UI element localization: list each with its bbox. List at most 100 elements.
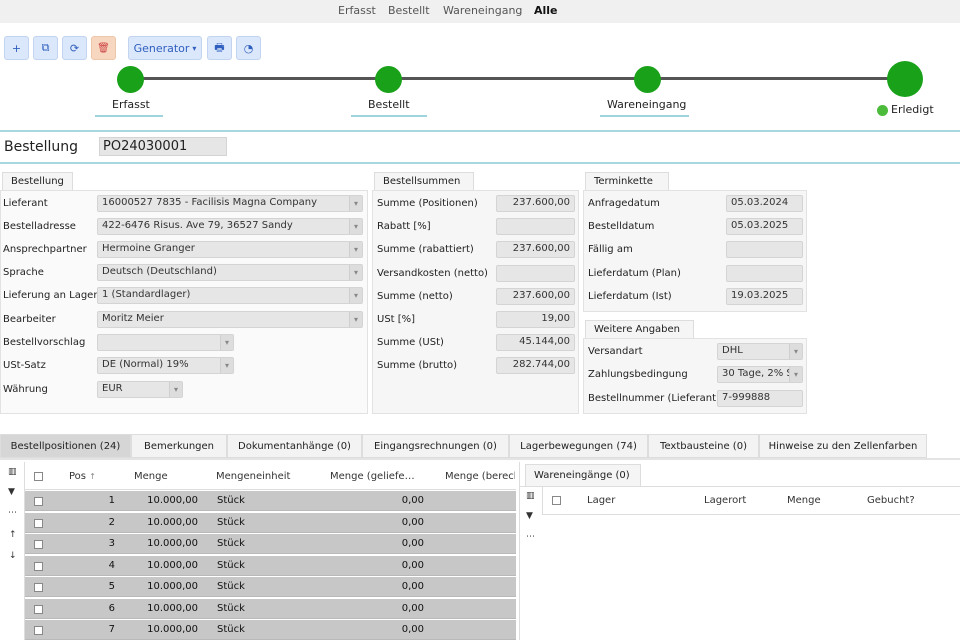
termin-label: Anfragedatum — [588, 198, 660, 209]
nav-bestellt[interactable]: Bestellt — [388, 4, 430, 17]
columns-icon[interactable]: ▥ — [526, 491, 535, 501]
stage-label-wareneingang: Wareneingang — [607, 98, 687, 111]
more-icon[interactable]: ⋯ — [8, 508, 17, 518]
table-row[interactable]: 3 10.000,00 Stück 0,00 — [25, 534, 516, 554]
tab-wareneingaenge[interactable]: Wareneingänge (0) — [525, 464, 641, 486]
move-down-icon[interactable]: ↓ — [9, 551, 17, 561]
col-menge[interactable]: Menge — [134, 471, 168, 482]
tab-dokumentanhaenge[interactable]: Dokumentanhänge (0) — [227, 434, 362, 458]
chart-button[interactable]: ◔ — [236, 36, 261, 60]
cell-pos: 1 — [108, 495, 115, 506]
bearbeiter-select[interactable]: Moritz Meier ▾ — [97, 311, 363, 328]
col-menge-berechnet[interactable]: Menge (berech — [445, 471, 515, 482]
termin-date-field[interactable] — [726, 241, 803, 259]
row-checkbox[interactable] — [34, 604, 43, 614]
termin-date-field[interactable] — [726, 264, 803, 282]
page-title: Bestellung — [4, 139, 79, 155]
filter-icon[interactable]: ▼ — [526, 511, 533, 521]
col-lagerort[interactable]: Lagerort — [704, 495, 746, 506]
row-checkbox[interactable] — [34, 518, 43, 528]
bestellvorschlag-select[interactable]: ▾ — [97, 334, 234, 351]
stage-dot-bestellt[interactable] — [375, 66, 402, 93]
stage-dot-wareneingang[interactable] — [634, 66, 661, 93]
col-mengeneinheit[interactable]: Mengeneinheit — [216, 471, 290, 482]
tab-eingangsrechnungen[interactable]: Eingangsrechnungen (0) — [362, 434, 509, 458]
more-icon[interactable]: ⋯ — [526, 532, 535, 542]
lieferant-select[interactable]: 16000527 7835 - Facilisis Magna Company ▾ — [97, 195, 363, 212]
summen-value[interactable]: 237.600,00 — [496, 195, 575, 212]
copy-button[interactable]: ⧉ — [33, 36, 58, 60]
table-row[interactable]: 5 10.000,00 Stück 0,00 — [25, 577, 516, 597]
col-pos[interactable]: Pos ↑ — [69, 471, 96, 482]
tab-terminkette: Terminkette — [585, 172, 669, 190]
row-checkbox[interactable] — [34, 561, 43, 571]
order-number-field[interactable]: PO24030001 — [99, 137, 227, 156]
row-checkbox[interactable] — [34, 540, 43, 549]
bestelladresse-select[interactable]: 422-6476 Risus. Ave 79, 36527 Sandy ▾ — [97, 218, 363, 235]
move-up-icon[interactable]: ↑ — [9, 530, 17, 540]
ust-satz-value: DE (Normal) 19% — [102, 359, 189, 370]
cell-geliefert: 0,00 — [401, 559, 424, 571]
zahlungsbedingung-select[interactable]: 30 Tage, 2% Sk ▾ — [717, 366, 803, 383]
termin-date-field[interactable]: 05.03.2025 — [726, 218, 803, 236]
summen-value[interactable]: 237.600,00 — [496, 241, 575, 259]
table-row[interactable]: 1 10.000,00 Stück 0,00 — [25, 491, 516, 511]
termin-date-field[interactable]: 05.03.2024 — [726, 195, 803, 212]
table-row[interactable]: 4 10.000,00 Stück 0,00 — [25, 555, 516, 576]
cell-geliefert: 0,00 — [401, 538, 424, 549]
ust-satz-select[interactable]: DE (Normal) 19% ▾ — [97, 357, 234, 374]
lager-select[interactable]: 1 (Standardlager) ▾ — [97, 287, 363, 304]
chevron-down-icon: ▾ — [349, 312, 362, 327]
termin-date-field[interactable]: 19.03.2025 — [726, 287, 803, 305]
row-checkbox[interactable] — [34, 497, 43, 506]
col-menge-we[interactable]: Menge — [787, 495, 821, 506]
summen-value[interactable]: 282.744,00 — [496, 357, 575, 375]
summen-value[interactable]: 45.144,00 — [496, 334, 575, 352]
table-row[interactable]: 2 10.000,00 Stück 0,00 — [25, 512, 516, 533]
tab-bestellpositionen[interactable]: Bestellpositionen (24) — [0, 434, 131, 458]
nav-alle[interactable]: Alle — [534, 4, 558, 17]
table-row[interactable]: 7 10.000,00 Stück 0,00 — [25, 620, 516, 640]
cell-einheit: Stück — [217, 559, 245, 571]
bestellnummer-label: Bestellnummer (Lieferant) — [588, 393, 720, 404]
refresh-button[interactable]: ⟳ — [62, 36, 87, 60]
versandart-label: Versandart — [588, 346, 643, 357]
versandart-select[interactable]: DHL ▾ — [717, 343, 803, 360]
bestellnummer-field[interactable]: 7-999888 — [717, 390, 803, 407]
summen-value[interactable] — [496, 264, 575, 282]
cell-einheit: Stück — [217, 624, 245, 635]
filter-icon[interactable]: ▼ — [8, 487, 15, 497]
select-all-checkbox[interactable] — [34, 472, 43, 481]
table-row[interactable]: 6 10.000,00 Stück 0,00 — [25, 598, 516, 619]
columns-icon[interactable]: ▥ — [8, 467, 17, 477]
stage-dot-erfasst[interactable] — [117, 66, 144, 93]
wareneingaenge-select-all-checkbox[interactable] — [552, 496, 561, 505]
add-button[interactable]: + — [4, 36, 29, 60]
nav-wareneingang[interactable]: Wareneingang — [443, 4, 522, 17]
summen-value[interactable] — [496, 218, 575, 236]
tab-hinweise-zellenfarben[interactable]: Hinweise zu den Zellenfarben — [759, 434, 927, 458]
summen-value[interactable]: 19,00 — [496, 311, 575, 328]
cell-einheit: Stück — [217, 516, 245, 528]
generator-button[interactable]: Generator ▾ — [128, 36, 202, 60]
ansprechpartner-select[interactable]: Hermoine Granger ▾ — [97, 241, 363, 258]
summen-value[interactable]: 237.600,00 — [496, 287, 575, 305]
tab-weitere-angaben: Weitere Angaben — [585, 320, 694, 338]
cell-menge: 10.000,00 — [147, 624, 198, 635]
versandart-value: DHL — [722, 345, 743, 356]
sprache-select[interactable]: Deutsch (Deutschland) ▾ — [97, 264, 363, 281]
tab-bemerkungen[interactable]: Bemerkungen — [131, 434, 227, 458]
stage-dot-erledigt[interactable] — [887, 61, 923, 97]
row-checkbox[interactable] — [34, 583, 43, 592]
col-menge-geliefert[interactable]: Menge (geliefe… — [330, 471, 415, 482]
cell-pos: 3 — [108, 538, 115, 549]
tab-lagerbewegungen[interactable]: Lagerbewegungen (74) — [509, 434, 648, 458]
row-checkbox[interactable] — [34, 626, 43, 635]
print-button[interactable]: 🖶 — [207, 36, 232, 60]
tab-textbausteine[interactable]: Textbausteine (0) — [648, 434, 759, 458]
waehrung-select[interactable]: EUR ▾ — [97, 381, 183, 398]
col-gebucht[interactable]: Gebucht? — [867, 495, 915, 506]
nav-erfasst[interactable]: Erfasst — [338, 4, 376, 17]
delete-button[interactable]: 🗑 — [91, 36, 116, 60]
col-lager[interactable]: Lager — [587, 495, 615, 506]
